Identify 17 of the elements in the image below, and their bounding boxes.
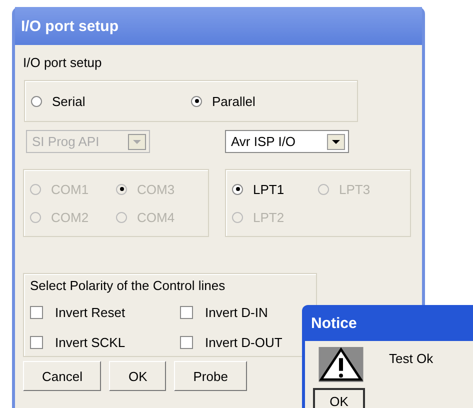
- checkbox-option[interactable]: Invert Reset: [30, 305, 126, 320]
- dialog-button[interactable]: Probe: [174, 361, 247, 391]
- radio-option[interactable]: Serial: [31, 91, 191, 111]
- radio-option[interactable]: Parallel: [191, 91, 351, 111]
- dialog-button[interactable]: OK: [109, 361, 166, 391]
- window-title: I/O port setup: [21, 18, 118, 34]
- checkbox-option[interactable]: Invert D-OUT: [180, 335, 282, 350]
- dropdown[interactable]: Avr ISP I/O: [225, 130, 349, 153]
- window-title: Notice: [311, 314, 357, 332]
- group-label: Select Polarity of the Control lines: [30, 278, 226, 293]
- ok-button[interactable]: OK: [313, 388, 365, 408]
- checkbox-option[interactable]: Invert SCKL: [30, 335, 126, 350]
- notice-message: Test Ok: [389, 351, 434, 368]
- dialog-button[interactable]: Cancel: [23, 361, 102, 391]
- radio-option[interactable]: LPT1: [232, 179, 318, 199]
- dialog-heading: I/O port setup: [23, 55, 103, 70]
- checkbox-option[interactable]: Invert D-IN: [180, 305, 268, 320]
